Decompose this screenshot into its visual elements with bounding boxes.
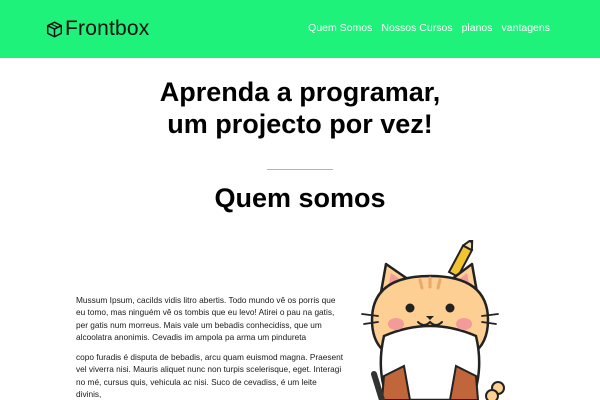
section-divider (267, 169, 333, 170)
hero-title-line-1: Aprenda a programar, (159, 77, 441, 107)
cat-mascot-illustration (361, 240, 505, 400)
nav-link-quem-somos[interactable]: Quem Somos (308, 22, 372, 34)
navbar: Frontbox Quem Somos Nossos Cursos planos… (0, 0, 600, 58)
nav-link-nossos-cursos[interactable]: Nossos Cursos (381, 22, 452, 34)
nav-link-planos[interactable]: planos (462, 22, 493, 34)
brand-name: Frontbox (65, 17, 150, 40)
hero-title-line-2: um projecto por vez! (167, 109, 433, 139)
brand-logo[interactable]: Frontbox (46, 17, 149, 41)
about-section-title: Quem somos (214, 183, 386, 213)
nav-link-vantagens[interactable]: vantagens (502, 22, 550, 34)
hero-title: Aprenda a programar, um projecto por vez… (0, 76, 600, 140)
about-text: Mussum Ipsum, cacilds vidis litro aberti… (76, 294, 344, 400)
about-paragraph-2: copo furadis é disputa de bebadis, arcu … (76, 352, 344, 400)
box-icon (46, 21, 63, 37)
nav-menu: Quem Somos Nossos Cursos planos vantagen… (308, 22, 550, 34)
about-paragraph-1: Mussum Ipsum, cacilds vidis litro aberti… (76, 295, 336, 342)
